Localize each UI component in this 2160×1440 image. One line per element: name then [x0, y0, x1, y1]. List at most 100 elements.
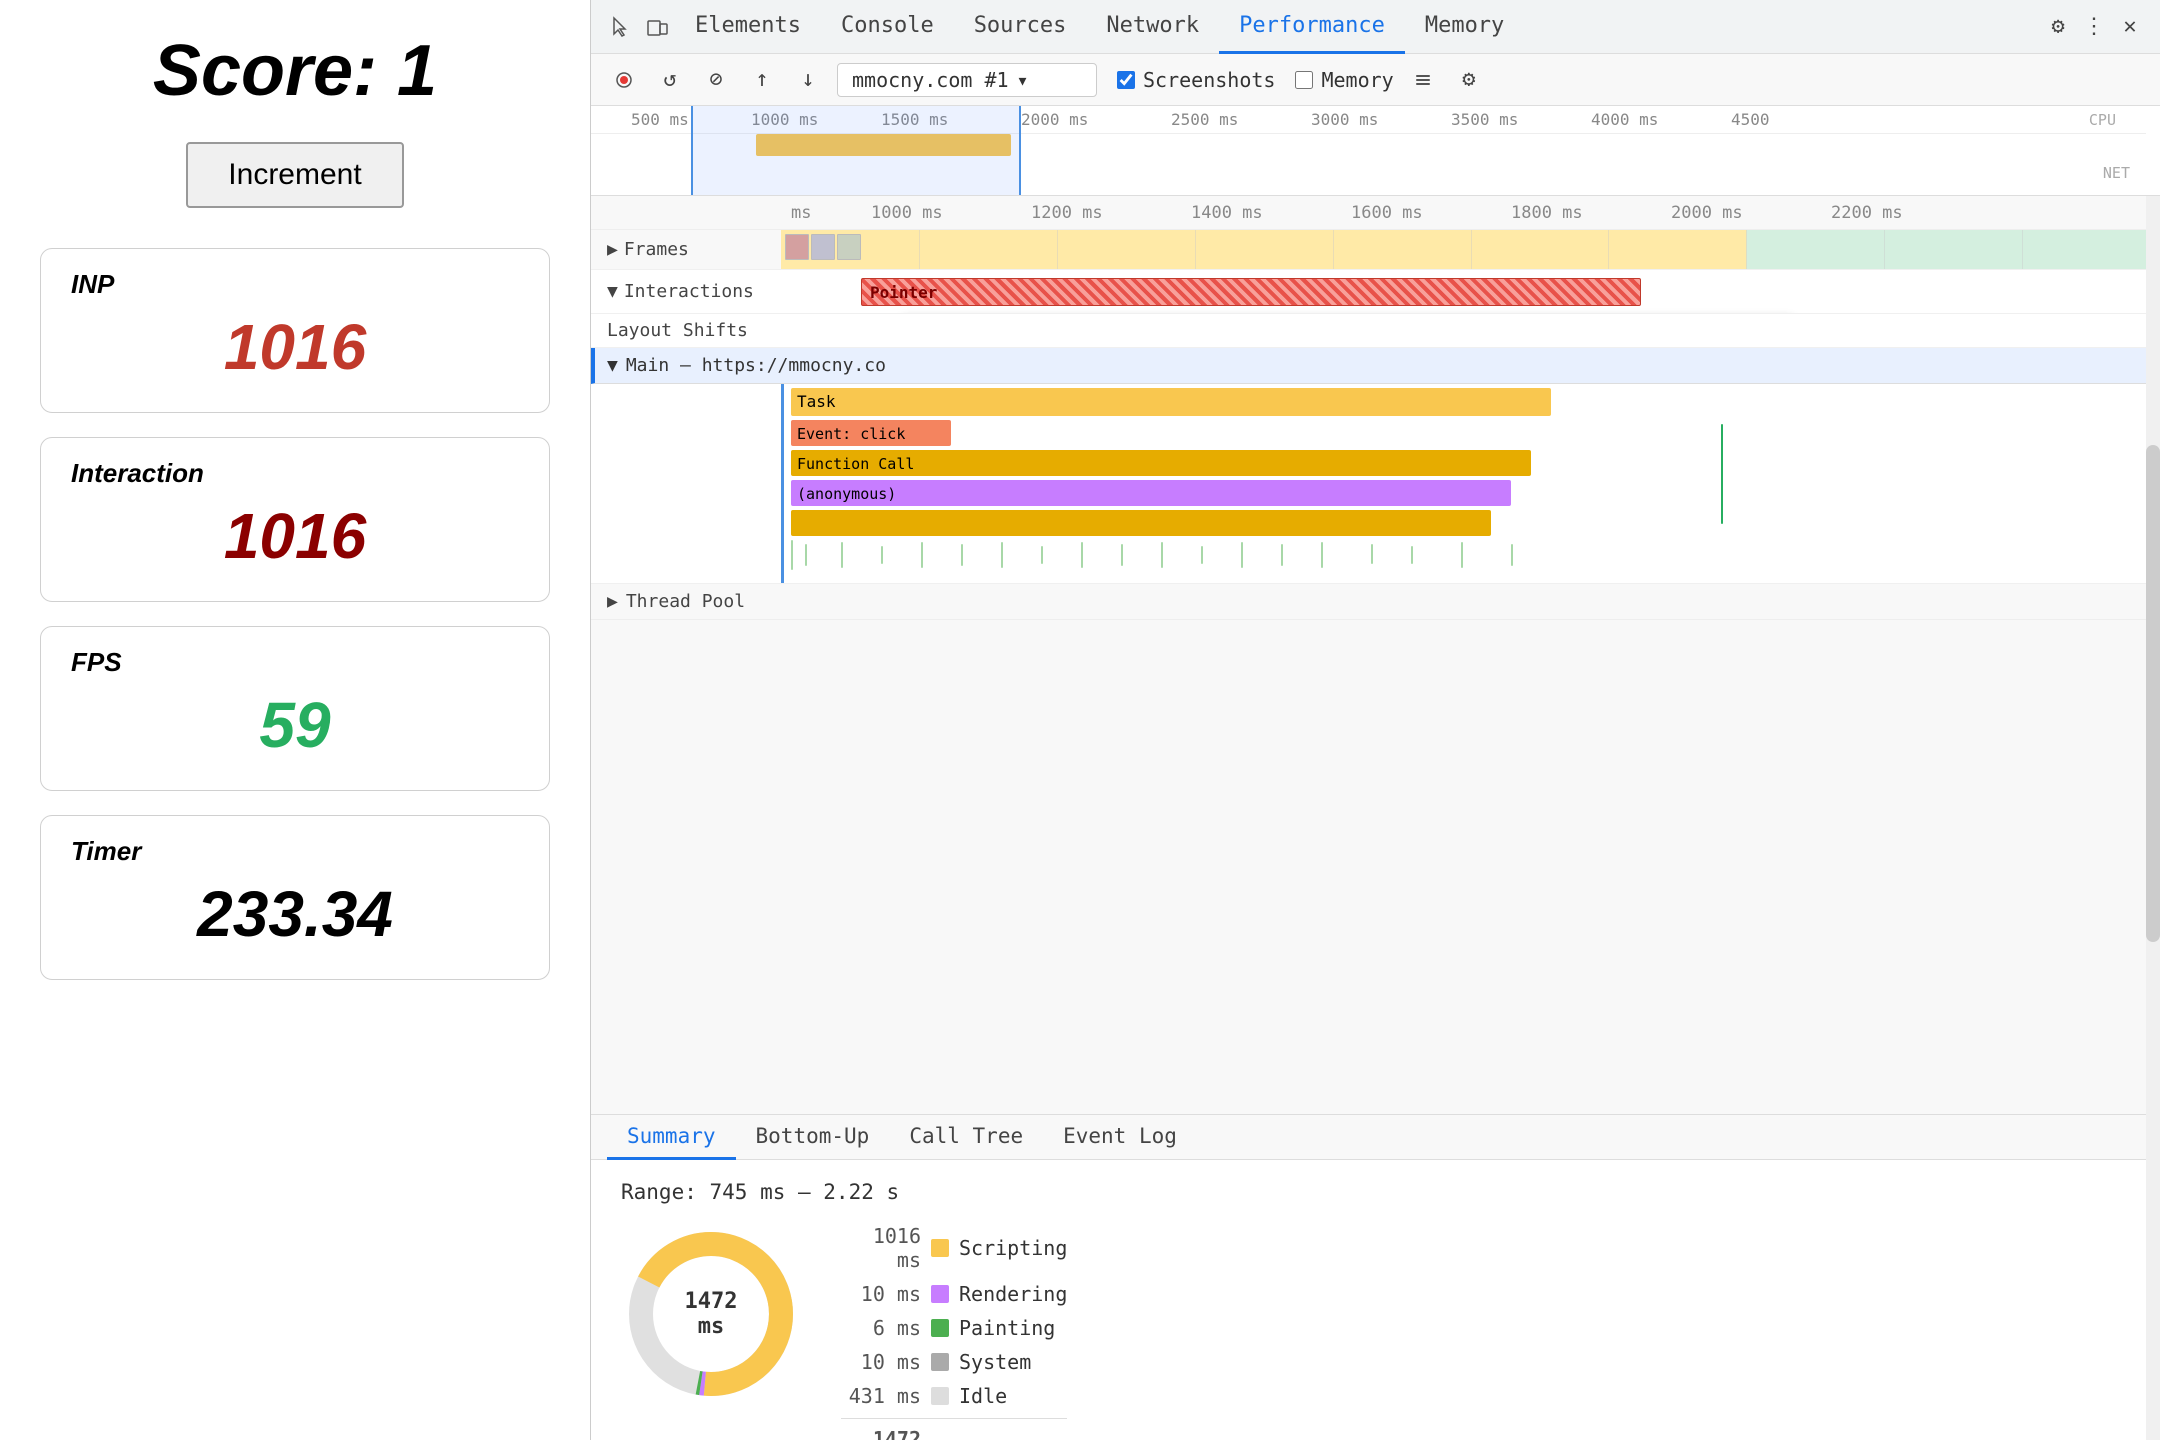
donut-center-label: 1472 ms	[666, 1289, 756, 1339]
rendering-ms: 10 ms	[841, 1282, 921, 1306]
tab-memory[interactable]: Memory	[1405, 0, 1524, 54]
fps-card: FPS 59	[40, 626, 550, 791]
cpu-label: CPU	[2089, 111, 2116, 129]
memory-checkbox[interactable]	[1295, 71, 1313, 89]
screenshots-checkbox[interactable]	[1117, 71, 1135, 89]
frames-label: ▶ Frames	[591, 239, 781, 260]
tab-call-tree[interactable]: Call Tree	[889, 1114, 1043, 1160]
interactions-expand-icon[interactable]: ▼	[607, 281, 618, 302]
ruler-2000: 2000 ms	[1021, 110, 1088, 129]
devtools-tabs: Elements Console Sources Network Perform…	[591, 0, 2160, 54]
legend-scripting: 1016 ms Scripting	[841, 1224, 1067, 1272]
net-label: NET	[2103, 164, 2130, 182]
main-thread-expand-icon[interactable]: ▼	[607, 355, 618, 376]
painting-dot	[931, 1319, 949, 1337]
url-display: mmocny.com #1 ▾	[837, 63, 1097, 97]
layout-shifts-row: Layout Shifts	[591, 314, 2160, 348]
settings-icon[interactable]: ⚙	[2040, 9, 2076, 45]
devtools-panel: Elements Console Sources Network Perform…	[590, 0, 2160, 1440]
bottom-tabs: Summary Bottom-Up Call Tree Event Log	[591, 1114, 2160, 1160]
scripting-dot	[931, 1239, 949, 1257]
more-options-icon[interactable]: ⋮	[2076, 9, 2112, 45]
interaction-label: Interaction	[71, 458, 519, 489]
tr-1400: 1400 ms	[1191, 203, 1263, 223]
track-area: ms 1000 ms 1200 ms 1400 ms 1600 ms 1800 …	[591, 196, 2160, 1114]
tab-summary[interactable]: Summary	[607, 1114, 736, 1160]
green-activity-bars	[591, 384, 2160, 583]
ruler-2500: 2500 ms	[1171, 110, 1238, 129]
close-icon[interactable]: ✕	[2112, 9, 2148, 45]
record-button[interactable]	[607, 63, 641, 97]
tr-ms: ms	[791, 203, 811, 223]
tab-event-log[interactable]: Event Log	[1043, 1114, 1197, 1160]
devtools-toolbar: ↺ ⊘ ↑ ↓ mmocny.com #1 ▾ Screenshots Memo…	[591, 54, 2160, 106]
inp-value: 1016	[71, 310, 519, 384]
tr-1600: 1600 ms	[1351, 203, 1423, 223]
rendering-name: Rendering	[959, 1282, 1067, 1306]
idle-ms: 431 ms	[841, 1384, 921, 1408]
scripting-name: Scripting	[959, 1236, 1067, 1260]
upload-button[interactable]: ↑	[745, 63, 779, 97]
thread-pool-row: ▶ Thread Pool	[591, 584, 2160, 620]
url-dropdown-icon[interactable]: ▾	[1017, 68, 1029, 92]
ruler-500: 500 ms	[631, 110, 689, 129]
frames-content	[781, 230, 2160, 269]
left-panel: Score: 1 Increment INP 1016 Interaction …	[0, 0, 590, 1440]
legend-rendering: 10 ms Rendering	[841, 1282, 1067, 1306]
legend-total: 1472 ms Total	[841, 1418, 1067, 1440]
memory-checkbox-group: Memory	[1295, 68, 1393, 92]
screenshots-checkbox-group: Screenshots	[1117, 68, 1275, 92]
legend-system: 10 ms System	[841, 1350, 1067, 1374]
timer-card: Timer 233.34	[40, 815, 550, 980]
tab-console[interactable]: Console	[821, 0, 954, 54]
inp-card: INP 1016	[40, 248, 550, 413]
tab-network[interactable]: Network	[1086, 0, 1219, 54]
tab-elements[interactable]: Elements	[675, 0, 821, 54]
increment-button[interactable]: Increment	[186, 142, 403, 208]
scrollbar-thumb[interactable]	[2146, 445, 2160, 943]
idle-dot	[931, 1387, 949, 1405]
capture-settings-icon[interactable]	[1406, 63, 1440, 97]
total-ms: 1472 ms	[841, 1427, 921, 1440]
summary-legend: 1016 ms Scripting 10 ms Rendering 6 ms P…	[841, 1224, 1067, 1440]
painting-name: Painting	[959, 1316, 1055, 1340]
device-toggle-icon[interactable]	[639, 9, 675, 45]
system-name: System	[959, 1350, 1031, 1374]
main-thread-tasks: Task Event: click Function Call (anonymo…	[591, 384, 2160, 584]
rendering-dot	[931, 1285, 949, 1303]
tr-1000: 1000 ms	[871, 203, 943, 223]
frames-expand-icon[interactable]: ▶	[607, 239, 618, 260]
clear-button[interactable]: ⊘	[699, 63, 733, 97]
ruler-4500: 4500	[1731, 110, 1770, 129]
summary-content: 1472 ms 1016 ms Scripting 10 ms Renderin…	[621, 1224, 2130, 1440]
timer-label: Timer	[71, 836, 519, 867]
inspect-icon[interactable]	[603, 9, 639, 45]
layout-shifts-content	[781, 314, 2160, 347]
painting-ms: 6 ms	[841, 1316, 921, 1340]
tr-1200: 1200 ms	[1031, 203, 1103, 223]
refresh-button[interactable]: ↺	[653, 63, 687, 97]
tab-performance[interactable]: Performance	[1219, 0, 1405, 54]
tab-bottom-up[interactable]: Bottom-Up	[736, 1114, 890, 1160]
tr-2000: 2000 ms	[1671, 203, 1743, 223]
main-thread-label: Main — https://mmocny.co	[626, 355, 886, 376]
download-button[interactable]: ↓	[791, 63, 825, 97]
layout-shifts-label: Layout Shifts	[591, 320, 781, 341]
tr-1800: 1800 ms	[1511, 203, 1583, 223]
tab-sources[interactable]: Sources	[954, 0, 1087, 54]
summary-range: Range: 745 ms – 2.22 s	[621, 1180, 2130, 1204]
selection-line	[781, 384, 784, 583]
ruler-3500: 3500 ms	[1451, 110, 1518, 129]
fps-label: FPS	[71, 647, 519, 678]
main-thread-header: ▼ Main — https://mmocny.co	[591, 348, 2160, 384]
screenshot-thumbnails	[781, 232, 2160, 262]
thread-pool-expand-icon[interactable]: ▶	[607, 591, 618, 612]
memory-label: Memory	[1321, 68, 1393, 92]
score-title: Score: 1	[40, 30, 550, 112]
vertical-scrollbar[interactable]	[2146, 196, 2160, 1440]
frames-track-row: ▶ Frames	[591, 230, 2160, 270]
idle-name: Idle	[959, 1384, 1007, 1408]
selection-highlight[interactable]	[691, 106, 1021, 196]
pointer-interaction-bar[interactable]: Pointer	[861, 278, 1641, 306]
perf-settings-icon[interactable]: ⚙	[1452, 63, 1486, 97]
